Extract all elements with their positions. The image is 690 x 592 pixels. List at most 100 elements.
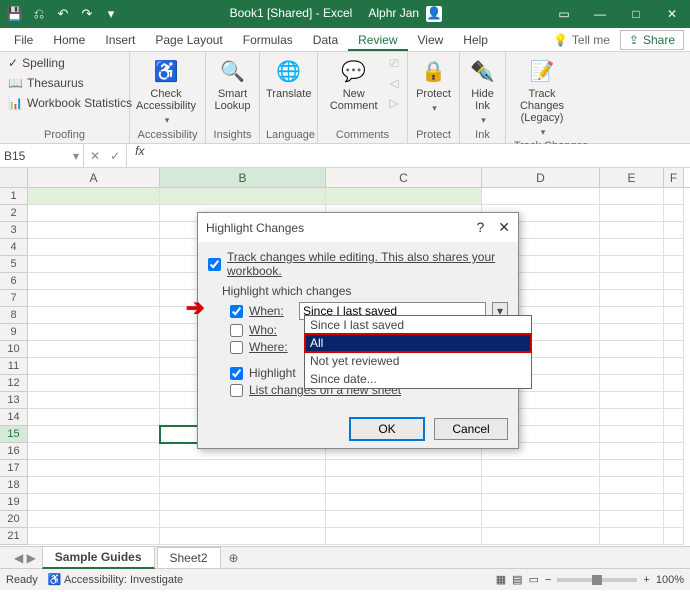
cell[interactable] (482, 528, 600, 545)
cell[interactable] (664, 324, 684, 341)
cell[interactable] (28, 222, 160, 239)
cell[interactable] (664, 409, 684, 426)
save-icon[interactable]: ⎌ (28, 3, 50, 25)
tab-insert[interactable]: Insert (95, 29, 145, 51)
tab-home[interactable]: Home (43, 29, 95, 51)
when-checkbox[interactable] (230, 305, 243, 318)
cell[interactable] (28, 239, 160, 256)
cell[interactable] (28, 511, 160, 528)
cell[interactable] (160, 188, 326, 205)
tab-view[interactable]: View (408, 29, 454, 51)
cell[interactable] (28, 290, 160, 307)
dd-option-not-reviewed[interactable]: Not yet reviewed (305, 352, 531, 370)
row-header[interactable]: 3 (0, 222, 28, 239)
tab-formulas[interactable]: Formulas (233, 29, 303, 51)
cell[interactable] (600, 460, 664, 477)
cell[interactable] (28, 375, 160, 392)
cell[interactable] (664, 256, 684, 273)
cell[interactable] (28, 273, 160, 290)
workbook-stats-button[interactable]: 📊Workbook Statistics (6, 94, 134, 112)
tab-review[interactable]: Review (348, 29, 407, 51)
cancel-button[interactable]: Cancel (434, 418, 508, 440)
dd-option-since-date[interactable]: Since date... (305, 370, 531, 388)
minimize-icon[interactable]: — (582, 0, 618, 28)
cell[interactable] (28, 409, 160, 426)
add-sheet-button[interactable]: ⊕ (223, 551, 245, 565)
cell[interactable] (664, 375, 684, 392)
user-avatar-icon[interactable]: 👤 (426, 6, 442, 22)
highlight-onscreen-checkbox[interactable] (230, 367, 243, 380)
track-changes-row[interactable]: Track changes while editing. This also s… (208, 250, 508, 278)
view-pagelayout-icon[interactable]: ▤ (512, 573, 522, 586)
formula-input[interactable] (152, 144, 690, 167)
cell[interactable] (28, 443, 160, 460)
cell[interactable] (664, 494, 684, 511)
cell[interactable] (600, 528, 664, 545)
name-box[interactable]: B15▾ (0, 144, 84, 167)
row-header[interactable]: 20 (0, 511, 28, 528)
row-header[interactable]: 1 (0, 188, 28, 205)
sheet-nav[interactable]: ◀ ▶ (8, 551, 42, 565)
cell[interactable] (600, 426, 664, 443)
col-header-f[interactable]: F (664, 168, 684, 187)
row-header[interactable]: 9 (0, 324, 28, 341)
cell[interactable] (664, 341, 684, 358)
cell[interactable] (28, 426, 160, 443)
row-header[interactable]: 8 (0, 307, 28, 324)
cell[interactable] (664, 205, 684, 222)
tab-data[interactable]: Data (303, 29, 348, 51)
row-header[interactable]: 4 (0, 239, 28, 256)
dd-option-since-saved[interactable]: Since I last saved (305, 316, 531, 334)
cell[interactable] (600, 307, 664, 324)
cell[interactable] (28, 494, 160, 511)
cell[interactable] (326, 188, 482, 205)
row-header[interactable]: 10 (0, 341, 28, 358)
fx-icon[interactable]: fx (127, 144, 152, 167)
zoom-slider[interactable] (557, 578, 637, 582)
row-header[interactable]: 16 (0, 443, 28, 460)
ok-button[interactable]: OK (350, 418, 424, 440)
row-header[interactable]: 6 (0, 273, 28, 290)
cell[interactable] (600, 205, 664, 222)
cell[interactable] (28, 205, 160, 222)
row-header[interactable]: 12 (0, 375, 28, 392)
row-header[interactable]: 17 (0, 460, 28, 477)
autosave-icon[interactable]: 💾 (4, 3, 26, 25)
tab-help[interactable]: Help (453, 29, 498, 51)
cell[interactable] (600, 443, 664, 460)
view-normal-icon[interactable]: ▦ (496, 573, 506, 586)
cell[interactable] (600, 239, 664, 256)
smart-lookup-button[interactable]: 🔍Smart Lookup (212, 54, 253, 112)
cell[interactable] (600, 222, 664, 239)
cell[interactable] (160, 477, 326, 494)
cell[interactable] (482, 494, 600, 511)
cell[interactable] (664, 392, 684, 409)
dialog-titlebar[interactable]: Highlight Changes ? ✕ (198, 213, 518, 242)
row-header[interactable]: 13 (0, 392, 28, 409)
qat-dropdown-icon[interactable]: ▾ (100, 3, 122, 25)
new-comment-button[interactable]: 💬New Comment (324, 54, 383, 112)
cell[interactable] (600, 188, 664, 205)
cell[interactable] (600, 511, 664, 528)
cell[interactable] (482, 188, 600, 205)
cell[interactable] (600, 324, 664, 341)
cell[interactable] (28, 392, 160, 409)
cell[interactable] (664, 358, 684, 375)
dd-option-all[interactable]: All (305, 334, 531, 352)
cell[interactable] (160, 460, 326, 477)
cell[interactable] (28, 528, 160, 545)
cell[interactable] (664, 273, 684, 290)
col-header-a[interactable]: A (28, 168, 160, 187)
cell[interactable] (326, 528, 482, 545)
col-header-b[interactable]: B (160, 168, 326, 187)
cell[interactable] (28, 188, 160, 205)
ribbon-options-icon[interactable]: ▭ (546, 0, 582, 28)
maximize-icon[interactable]: □ (618, 0, 654, 28)
cell[interactable] (664, 239, 684, 256)
row-header[interactable]: 5 (0, 256, 28, 273)
cell[interactable] (160, 494, 326, 511)
cell[interactable] (664, 443, 684, 460)
cell[interactable] (664, 290, 684, 307)
cell[interactable] (326, 494, 482, 511)
cell[interactable] (664, 477, 684, 494)
